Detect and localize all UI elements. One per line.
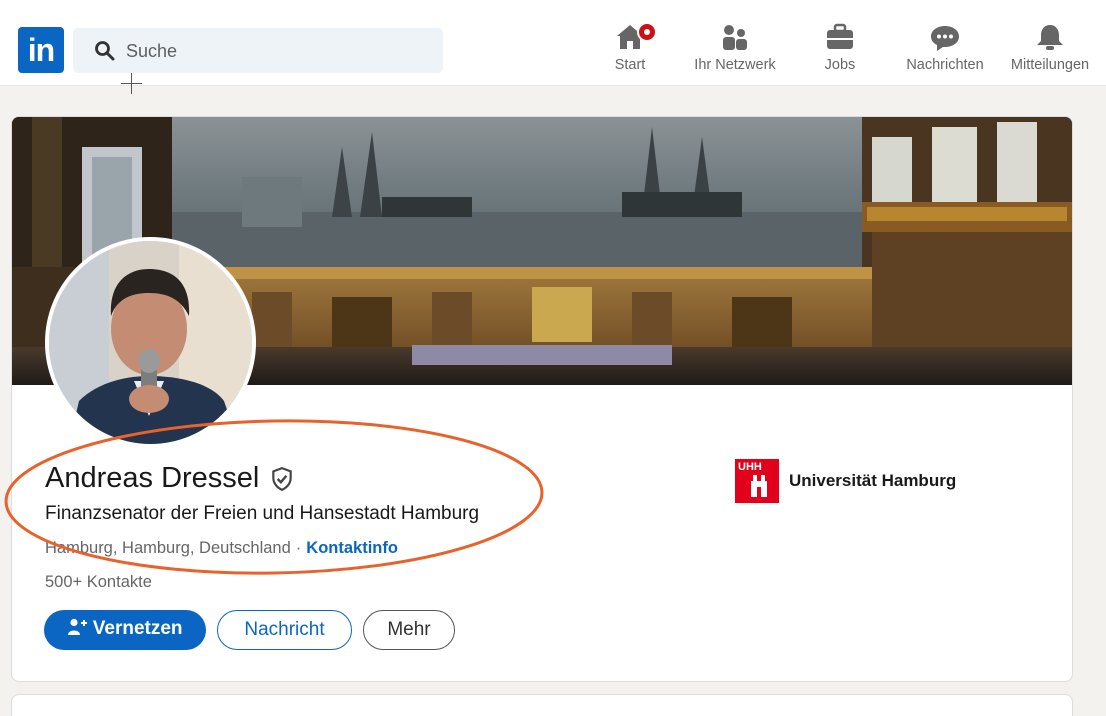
nav-label-start: Start [614,57,646,73]
messaging-icon [931,26,959,51]
top-navigation-bar: in Suche Start Ihr Netzwerk Jobs Nachric… [0,0,1106,94]
network-icon [723,25,747,50]
nav-item-start[interactable]: Start [575,22,685,82]
profile-name: Andreas Dressel [45,462,260,494]
bell-icon [1037,25,1063,50]
nav-label-notifications: Mitteilungen [1010,57,1090,73]
crosshair-cursor-icon [121,73,142,94]
nav-item-jobs[interactable]: Jobs [785,22,895,82]
nav-label-network: Ihr Netzwerk [694,57,776,73]
profile-location: Hamburg, Hamburg, Deutschland [45,539,291,557]
add-person-icon [68,618,88,635]
profile-name-row: Andreas Dressel [45,462,295,495]
linkedin-logo[interactable]: in [18,27,64,73]
next-section-card [11,694,1073,716]
briefcase-icon [827,23,853,49]
connect-button-label: Vernetzen [92,618,183,639]
more-button[interactable]: Mehr [363,610,455,650]
nav-item-network[interactable]: Ihr Netzwerk [680,22,790,82]
castle-icon [751,475,767,497]
education-university[interactable]: UHH Universität Hamburg [735,459,956,503]
message-button[interactable]: Nachricht [217,610,352,650]
search-placeholder: Suche [126,41,178,61]
search-icon [95,41,115,61]
university-logo: UHH [735,459,779,503]
profile-connections[interactable]: 500+ Kontakte [45,573,152,592]
nav-label-messaging: Nachrichten [906,57,984,73]
connect-button[interactable]: Vernetzen [44,610,206,650]
profile-headline: Finanzsenator der Freien und Hansestadt … [45,503,480,524]
nav-item-messaging[interactable]: Nachrichten [890,22,1000,82]
search-input[interactable]: Suche [73,28,443,73]
contact-info-link[interactable]: Kontaktinfo [306,539,398,557]
profile-card: Andreas Dressel Finanzsenator der Freien… [11,116,1073,682]
verified-shield-icon[interactable] [269,466,295,492]
notification-badge [637,22,657,42]
nav-item-notifications[interactable]: Mitteilungen [995,22,1105,82]
profile-location-row: Hamburg, Hamburg, Deutschland · Kontaktinf… [45,539,398,558]
nav-label-jobs: Jobs [824,57,856,73]
separator-dot: · [295,539,302,557]
university-name: Universität Hamburg [789,471,957,490]
profile-avatar[interactable] [45,237,256,448]
